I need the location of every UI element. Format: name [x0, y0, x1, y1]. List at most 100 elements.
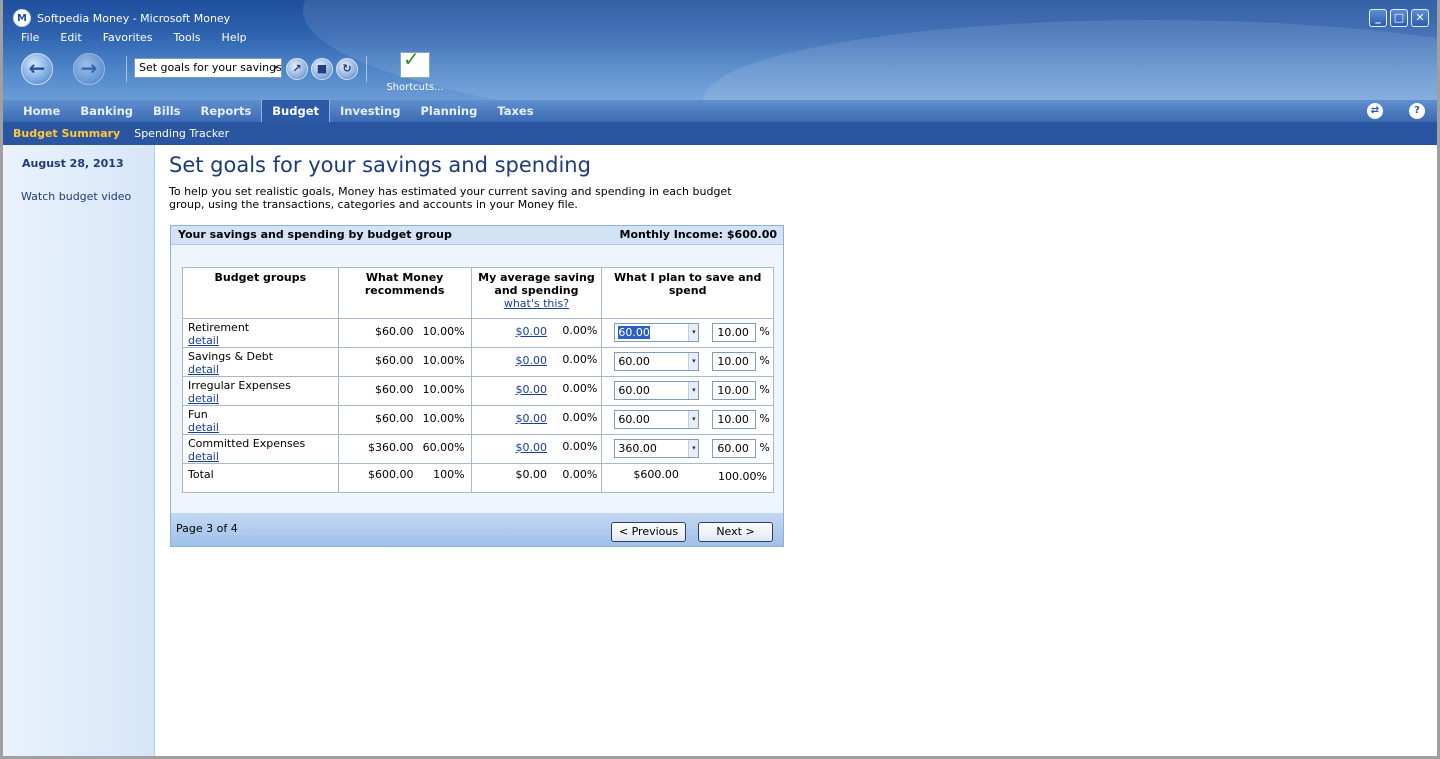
title-toolbar-area: M Softpedia Money - Microsoft Money _ □ … — [3, 0, 1437, 100]
plan-percent-field[interactable]: 10.00 — [712, 381, 757, 400]
tab-investing[interactable]: Investing — [330, 100, 410, 122]
chevron-down-icon[interactable]: ▾ — [688, 324, 699, 341]
plan-percent-field[interactable]: 10.00 — [712, 352, 757, 371]
back-arrow-icon[interactable]: ← — [21, 53, 53, 85]
plan-amount-combo[interactable]: 60.00 ▾ — [614, 323, 700, 342]
plan-percent-field[interactable]: 10.00 — [712, 410, 757, 429]
plan-amount-combo[interactable]: 60.00 ▾ — [614, 352, 700, 371]
app-logo-icon: M — [13, 9, 31, 27]
avg-amount-link[interactable]: $0.00 — [516, 441, 548, 454]
left-panel: August 28, 2013 Watch budget video — [3, 145, 155, 756]
total-row: Total $600.00 100% $0.00 0.00% $600.00 100.… — [182, 463, 774, 493]
total-plan-amount: $600.00 — [633, 468, 679, 481]
subnav-budget-summary[interactable]: Budget Summary — [13, 127, 120, 140]
plan-percent-field[interactable]: 10.00 — [712, 323, 757, 342]
stop-icon[interactable]: ■ — [311, 58, 333, 80]
tab-bills[interactable]: Bills — [143, 100, 190, 122]
total-label: Total — [188, 468, 214, 481]
avg-percent: 0.00% — [562, 411, 598, 424]
chevron-down-icon[interactable]: ▾ — [688, 411, 699, 428]
menu-edit[interactable]: Edit — [60, 31, 81, 44]
group-name: Irregular Expenses — [188, 379, 291, 392]
chevron-down-icon[interactable]: ▾ — [688, 353, 699, 370]
tab-taxes[interactable]: Taxes — [487, 100, 543, 122]
table-row: Irregular Expenses detail $60.00 10.00% $0.0… — [182, 376, 774, 406]
go-icon[interactable]: ↗ — [286, 58, 308, 80]
menu-file[interactable]: File — [21, 31, 39, 44]
detail-link[interactable]: detail — [188, 450, 305, 463]
col-my-average-label: My average saving and spending — [478, 271, 595, 297]
plan-amount-combo[interactable]: 360.00 ▾ — [614, 439, 700, 458]
rec-amount: $60.00 — [375, 325, 414, 338]
detail-link[interactable]: detail — [188, 421, 219, 434]
avg-amount-link[interactable]: $0.00 — [516, 383, 548, 396]
panel-header: Your savings and spending by budget grou… — [171, 226, 783, 245]
page-indicator: Page 3 of 4 — [176, 522, 238, 535]
detail-link[interactable]: detail — [188, 363, 273, 376]
table-row: Committed Expenses detail $360.00 60.00% $0.… — [182, 434, 774, 464]
rec-percent: 10.00% — [422, 383, 465, 396]
watch-budget-video-link[interactable]: Watch budget video — [21, 190, 131, 203]
shortcuts-button[interactable]: ✓ Shortcuts... — [385, 47, 445, 93]
total-rec-percent: 100% — [433, 468, 465, 481]
plan-amount-value: 60.00 — [618, 413, 650, 426]
subnav-spending-tracker[interactable]: Spending Tracker — [134, 127, 229, 140]
rec-percent: 10.00% — [422, 325, 465, 338]
panel-footer: Page 3 of 4 < Previous Next > — [171, 513, 783, 546]
forward-arrow-icon[interactable]: → — [73, 53, 105, 85]
address-text: Set goals for your savings a — [139, 61, 282, 74]
percent-sign: % — [759, 383, 770, 396]
refresh-icon[interactable]: ↻ — [336, 58, 358, 80]
col-what-i-plan: What I plan to save and spend — [601, 267, 774, 319]
menu-bar: File Edit Favorites Tools Help — [21, 31, 268, 44]
tab-planning[interactable]: Planning — [410, 100, 487, 122]
menu-favorites[interactable]: Favorites — [103, 31, 153, 44]
menu-help[interactable]: Help — [222, 31, 247, 44]
rec-percent: 10.00% — [422, 354, 465, 367]
previous-button[interactable]: < Previous — [611, 522, 686, 542]
detail-link[interactable]: detail — [188, 334, 249, 347]
group-name: Savings & Debt — [188, 350, 274, 363]
monthly-income: Monthly Income: $600.00 — [619, 228, 777, 241]
tab-budget[interactable]: Budget — [261, 100, 331, 122]
menu-tools[interactable]: Tools — [173, 31, 200, 44]
avg-amount-link[interactable]: $0.00 — [516, 412, 548, 425]
tab-banking[interactable]: Banking — [70, 100, 143, 122]
rec-amount: $360.00 — [368, 441, 414, 454]
plan-amount-combo[interactable]: 60.00 ▾ — [614, 381, 700, 400]
title-bar: M Softpedia Money - Microsoft Money — [13, 8, 230, 28]
help-icon[interactable]: ? — [1409, 103, 1425, 119]
rec-percent: 10.00% — [422, 412, 465, 425]
chevron-down-icon[interactable]: ▾ — [688, 440, 699, 457]
sidebar-date: August 28, 2013 — [22, 157, 124, 170]
avg-amount-link[interactable]: $0.00 — [516, 354, 548, 367]
detail-link[interactable]: detail — [188, 392, 291, 405]
rec-amount: $60.00 — [375, 412, 414, 425]
table-row: Savings & Debt detail $60.00 10.00% $0.00 0.0… — [182, 347, 774, 377]
address-dropdown[interactable]: Set goals for your savings a ▾ — [134, 58, 282, 78]
plan-percent-field[interactable]: 60.00 — [712, 439, 757, 458]
sync-icon[interactable]: ⇄ — [1367, 103, 1383, 119]
total-avg-amount: $0.00 — [515, 468, 548, 481]
col-what-money-recommends: What Money recommends — [337, 267, 472, 319]
tab-reports[interactable]: Reports — [190, 100, 261, 122]
plan-amount-value: 60.00 — [618, 384, 650, 397]
plan-amount-combo[interactable]: 60.00 ▾ — [614, 410, 700, 429]
budget-groups-table: Budget groups What Money recommends My a… — [182, 267, 774, 493]
whats-this-link[interactable]: what's this? — [504, 297, 569, 310]
minimize-icon[interactable]: _ — [1369, 9, 1387, 27]
maximize-icon[interactable]: □ — [1390, 9, 1408, 27]
rec-amount: $60.00 — [375, 383, 414, 396]
percent-sign: % — [759, 325, 770, 338]
tab-home[interactable]: Home — [3, 100, 70, 122]
close-icon[interactable]: ✕ — [1411, 9, 1429, 27]
avg-amount-link[interactable]: $0.00 — [516, 325, 548, 338]
chevron-down-icon[interactable]: ▾ — [271, 59, 281, 77]
shortcuts-label: Shortcuts... — [386, 82, 444, 93]
plan-amount-value: 360.00 — [618, 442, 657, 455]
toolbar: ← → Set goals for your savings a ▾ ↗ ■ ↻… — [21, 47, 501, 93]
chevron-down-icon[interactable]: ▾ — [688, 382, 699, 399]
avg-percent: 0.00% — [562, 353, 598, 366]
table-row: Retirement detail $60.00 10.00% $0.00 0.00% 60… — [182, 318, 774, 348]
next-button[interactable]: Next > — [698, 522, 773, 542]
